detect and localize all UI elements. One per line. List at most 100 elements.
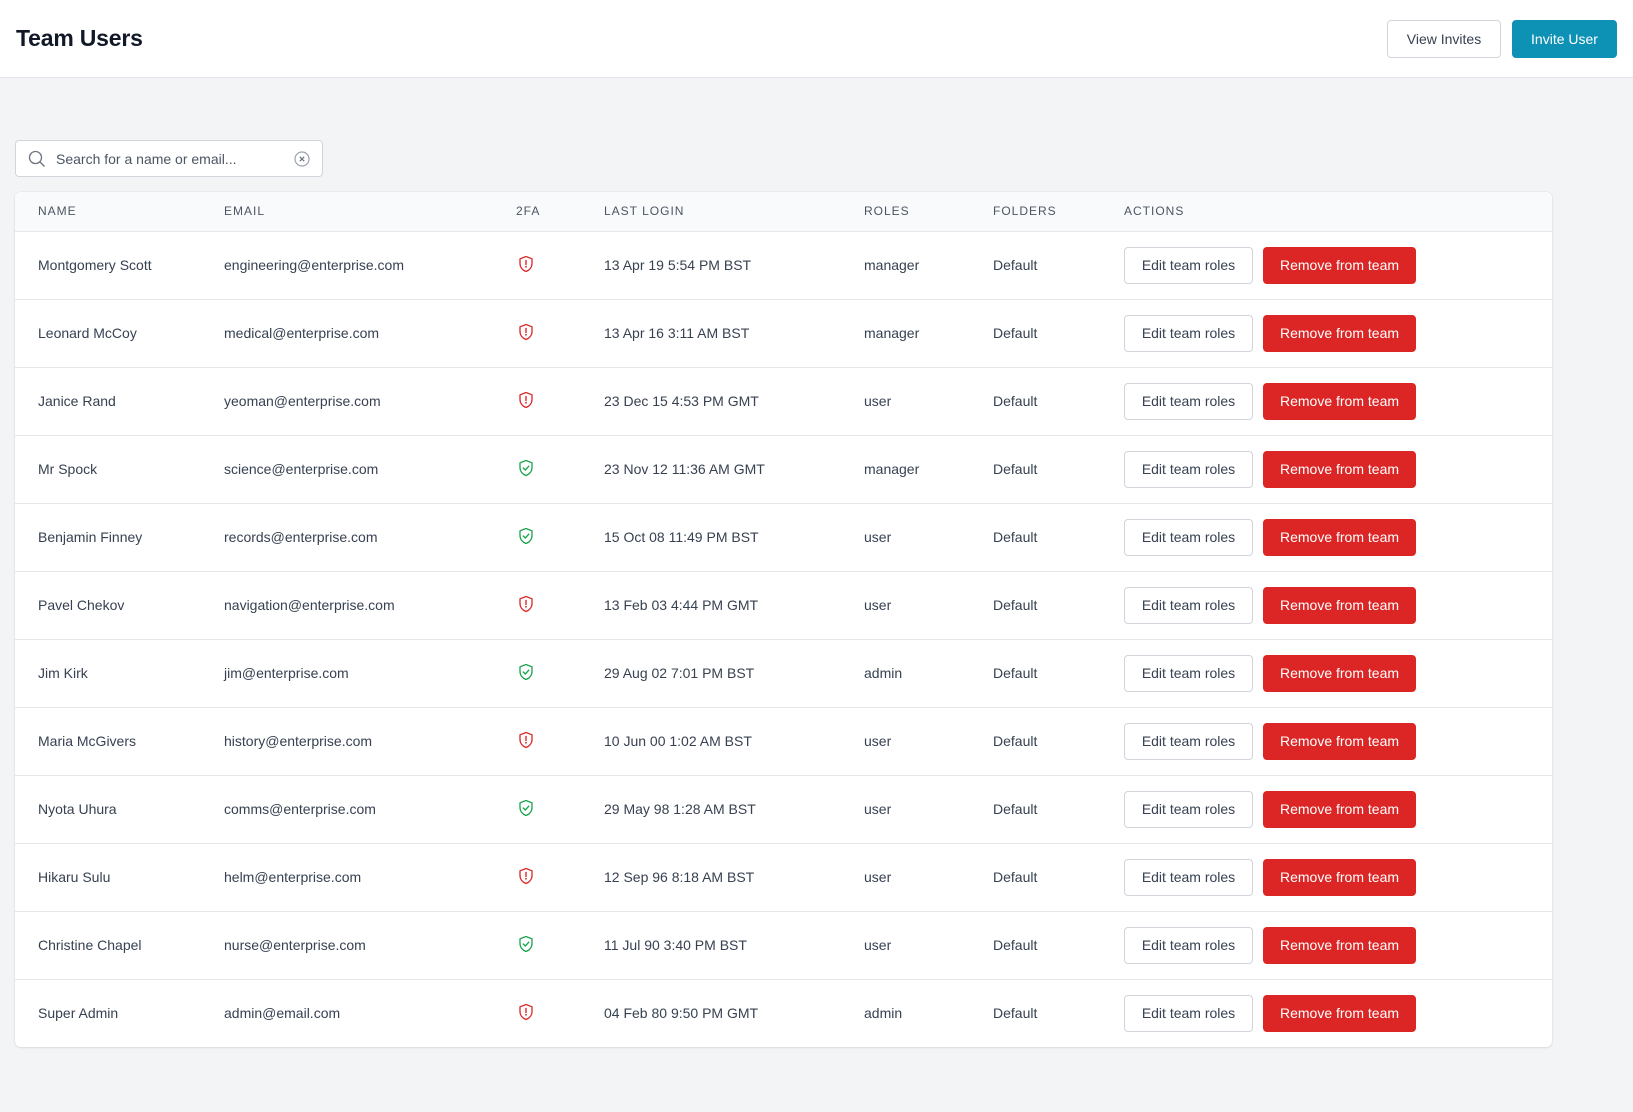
user-folders: Default bbox=[993, 367, 1124, 436]
edit-team-roles-button[interactable]: Edit team roles bbox=[1124, 518, 1253, 556]
view-invites-button[interactable]: View Invites bbox=[1387, 19, 1501, 58]
edit-team-roles-button[interactable]: Edit team roles bbox=[1124, 314, 1253, 352]
table-row: Leonard McCoy medical@enterprise.com 13 Ap… bbox=[15, 299, 1552, 368]
shield-check-icon bbox=[517, 663, 535, 681]
row-actions: Edit team roles Remove from team bbox=[1124, 382, 1552, 420]
user-name: Pavel Chekov bbox=[15, 571, 224, 640]
last-login: 29 Aug 02 7:01 PM BST bbox=[604, 639, 864, 708]
remove-from-team-button[interactable]: Remove from team bbox=[1263, 926, 1416, 964]
search-field bbox=[15, 140, 323, 177]
twofa-cell bbox=[516, 367, 604, 436]
shield-alert-icon bbox=[517, 731, 535, 749]
edit-team-roles-button[interactable]: Edit team roles bbox=[1124, 450, 1253, 488]
table-body: Montgomery Scott engineering@enterprise.c… bbox=[15, 231, 1552, 1047]
twofa-cell bbox=[516, 775, 604, 844]
row-actions: Edit team roles Remove from team bbox=[1124, 858, 1552, 896]
table-row: Super Admin admin@email.com 04 Feb 80 9:50… bbox=[15, 979, 1552, 1047]
shield-alert-icon bbox=[517, 323, 535, 341]
user-email: navigation@enterprise.com bbox=[224, 571, 516, 640]
user-role: manager bbox=[864, 231, 993, 300]
shield-check-icon bbox=[517, 799, 535, 817]
actions-cell: Edit team roles Remove from team bbox=[1124, 367, 1552, 436]
remove-from-team-button[interactable]: Remove from team bbox=[1263, 722, 1416, 760]
column-header-email: Email bbox=[224, 192, 516, 232]
column-header-actions: Actions bbox=[1124, 192, 1552, 232]
remove-from-team-button[interactable]: Remove from team bbox=[1263, 518, 1416, 556]
edit-team-roles-button[interactable]: Edit team roles bbox=[1124, 246, 1253, 284]
invite-user-button[interactable]: Invite User bbox=[1512, 19, 1617, 58]
remove-from-team-button[interactable]: Remove from team bbox=[1263, 654, 1416, 692]
user-folders: Default bbox=[993, 843, 1124, 912]
actions-cell: Edit team roles Remove from team bbox=[1124, 775, 1552, 844]
user-name: Hikaru Sulu bbox=[15, 843, 224, 912]
actions-cell: Edit team roles Remove from team bbox=[1124, 843, 1552, 912]
row-actions: Edit team roles Remove from team bbox=[1124, 994, 1552, 1032]
search-icon bbox=[28, 150, 46, 168]
last-login: 11 Jul 90 3:40 PM BST bbox=[604, 911, 864, 980]
twofa-cell bbox=[516, 639, 604, 708]
user-email: medical@enterprise.com bbox=[224, 299, 516, 368]
users-table: Name Email 2FA Last Login Roles Folders … bbox=[15, 192, 1552, 1047]
users-table-card: Name Email 2FA Last Login Roles Folders … bbox=[15, 192, 1552, 1047]
column-header-last-login: Last Login bbox=[604, 192, 864, 232]
shield-check-icon bbox=[517, 459, 535, 477]
user-name: Jim Kirk bbox=[15, 639, 224, 708]
row-actions: Edit team roles Remove from team bbox=[1124, 722, 1552, 760]
user-role: user bbox=[864, 503, 993, 572]
edit-team-roles-button[interactable]: Edit team roles bbox=[1124, 722, 1253, 760]
edit-team-roles-button[interactable]: Edit team roles bbox=[1124, 858, 1253, 896]
search-input[interactable] bbox=[56, 150, 294, 167]
table-row: Jim Kirk jim@enterprise.com 29 Aug 02 7:01… bbox=[15, 639, 1552, 708]
user-role: admin bbox=[864, 639, 993, 708]
user-email: records@enterprise.com bbox=[224, 503, 516, 572]
shield-alert-icon bbox=[517, 391, 535, 409]
column-header-folders: Folders bbox=[993, 192, 1124, 232]
row-actions: Edit team roles Remove from team bbox=[1124, 586, 1552, 624]
last-login: 13 Apr 16 3:11 AM BST bbox=[604, 299, 864, 368]
page-title: Team Users bbox=[16, 25, 143, 51]
remove-from-team-button[interactable]: Remove from team bbox=[1263, 314, 1416, 352]
user-email: engineering@enterprise.com bbox=[224, 231, 516, 300]
column-header-roles: Roles bbox=[864, 192, 993, 232]
shield-alert-icon bbox=[517, 255, 535, 273]
edit-team-roles-button[interactable]: Edit team roles bbox=[1124, 994, 1253, 1032]
user-email: science@enterprise.com bbox=[224, 435, 516, 504]
user-role: user bbox=[864, 707, 993, 776]
user-folders: Default bbox=[993, 911, 1124, 980]
user-name: Janice Rand bbox=[15, 367, 224, 436]
remove-from-team-button[interactable]: Remove from team bbox=[1263, 586, 1416, 624]
user-role: user bbox=[864, 775, 993, 844]
edit-team-roles-button[interactable]: Edit team roles bbox=[1124, 586, 1253, 624]
edit-team-roles-button[interactable]: Edit team roles bbox=[1124, 654, 1253, 692]
user-role: user bbox=[864, 571, 993, 640]
remove-from-team-button[interactable]: Remove from team bbox=[1263, 858, 1416, 896]
user-email: comms@enterprise.com bbox=[224, 775, 516, 844]
actions-cell: Edit team roles Remove from team bbox=[1124, 979, 1552, 1047]
twofa-cell bbox=[516, 911, 604, 980]
user-name: Christine Chapel bbox=[15, 911, 224, 980]
twofa-cell bbox=[516, 299, 604, 368]
table-row: Mr Spock science@enterprise.com 23 Nov 12 … bbox=[15, 435, 1552, 504]
actions-cell: Edit team roles Remove from team bbox=[1124, 503, 1552, 572]
actions-cell: Edit team roles Remove from team bbox=[1124, 435, 1552, 504]
user-name: Super Admin bbox=[38, 1005, 119, 1022]
edit-team-roles-button[interactable]: Edit team roles bbox=[1124, 926, 1253, 964]
remove-from-team-button[interactable]: Remove from team bbox=[1263, 790, 1416, 828]
actions-cell: Edit team roles Remove from team bbox=[1124, 911, 1552, 980]
twofa-cell bbox=[516, 503, 604, 572]
shield-alert-icon bbox=[517, 867, 535, 885]
table-row: Christine Chapel nurse@enterprise.com 11 J… bbox=[15, 911, 1552, 980]
remove-from-team-button[interactable]: Remove from team bbox=[1263, 450, 1416, 488]
user-name: Mr Spock bbox=[15, 435, 224, 504]
table-row: Montgomery Scott engineering@enterprise.c… bbox=[15, 231, 1552, 300]
table-row: Pavel Chekov navigation@enterprise.com 13 … bbox=[15, 571, 1552, 640]
edit-team-roles-button[interactable]: Edit team roles bbox=[1124, 382, 1253, 420]
remove-from-team-button[interactable]: Remove from team bbox=[1263, 246, 1416, 284]
remove-from-team-button[interactable]: Remove from team bbox=[1263, 382, 1416, 420]
table-header-row: Name Email 2FA Last Login Roles Folders … bbox=[15, 192, 1552, 232]
twofa-cell bbox=[516, 707, 604, 776]
shield-alert-icon bbox=[517, 1003, 535, 1021]
edit-team-roles-button[interactable]: Edit team roles bbox=[1124, 790, 1253, 828]
clear-search-icon[interactable] bbox=[294, 150, 310, 167]
remove-from-team-button[interactable]: Remove from team bbox=[1263, 994, 1416, 1032]
